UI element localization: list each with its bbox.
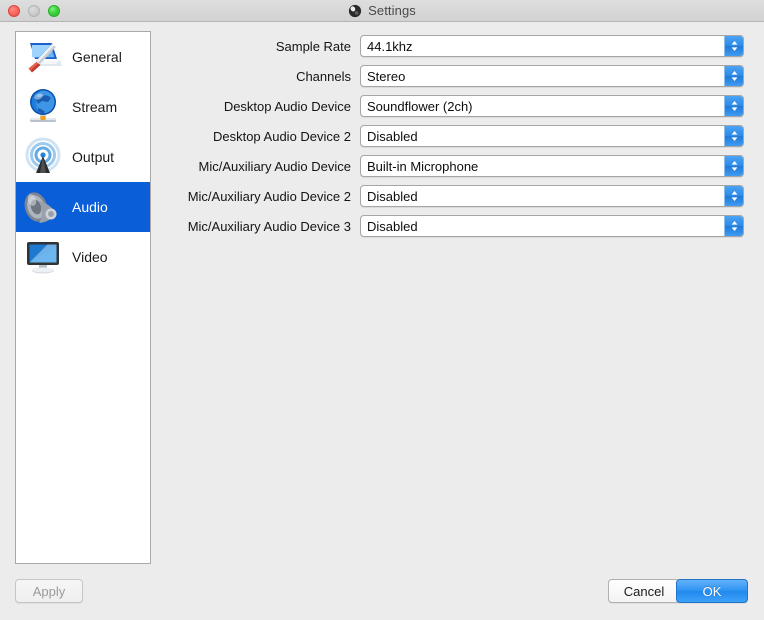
dropdown-value: 44.1khz: [367, 38, 413, 54]
form-label: Channels: [296, 68, 351, 84]
chevron-updown-icon[interactable]: [724, 96, 743, 116]
speaker-audio-icon: [20, 185, 66, 229]
dialog-footer: Apply Cancel OK: [0, 564, 764, 620]
dropdown-value: Disabled: [367, 128, 418, 144]
form-label: Desktop Audio Device: [223, 98, 351, 114]
mic-auxiliary-audio-device-2-dropdown[interactable]: Disabled: [360, 185, 744, 207]
window-body: General Stream Output Audio Video Sample…: [0, 22, 764, 620]
sidebar-item-video[interactable]: Video: [16, 232, 150, 282]
chevron-updown-icon[interactable]: [724, 126, 743, 146]
dropdown-value: Disabled: [367, 188, 418, 204]
form-label: Mic/Auxiliary Audio Device 2: [187, 188, 351, 204]
sidebar-item-label: Stream: [72, 99, 118, 115]
sidebar-item-label: Output: [72, 149, 115, 165]
sidebar-item-label: Video: [72, 249, 108, 265]
desktop-audio-device-dropdown[interactable]: Soundflower (2ch): [360, 95, 744, 117]
settings-sidebar: General Stream Output Audio Video: [15, 31, 151, 564]
channels-dropdown[interactable]: Stereo: [360, 65, 744, 87]
form-row-mic-auxiliary-audio-device-3: Mic/Auxiliary Audio Device 3 Disabled: [160, 211, 744, 241]
ok-button[interactable]: OK: [676, 579, 748, 603]
sidebar-item-label: Audio: [72, 199, 108, 215]
form-label: Mic/Auxiliary Audio Device: [198, 158, 351, 174]
chevron-updown-icon[interactable]: [724, 216, 743, 236]
minimize-button[interactable]: [28, 5, 40, 17]
form-row-desktop-audio-device-2: Desktop Audio Device 2 Disabled: [160, 121, 744, 151]
form-label: Mic/Auxiliary Audio Device 3: [187, 218, 351, 234]
sidebar-item-label: General: [72, 49, 122, 65]
title-bar: Settings: [0, 0, 764, 22]
mic-auxiliary-audio-device-3-dropdown[interactable]: Disabled: [360, 215, 744, 237]
form-row-mic-auxiliary-audio-device-2: Mic/Auxiliary Audio Device 2 Disabled: [160, 181, 744, 211]
chevron-updown-icon[interactable]: [724, 36, 743, 56]
dropdown-value: Soundflower (2ch): [367, 98, 473, 114]
form-label: Sample Rate: [275, 38, 351, 54]
window-title: Settings: [368, 3, 416, 18]
title-bar-center: Settings: [0, 0, 764, 21]
apply-button[interactable]: Apply: [15, 579, 83, 603]
general-settings-icon: [20, 35, 66, 79]
globe-stream-icon: [20, 85, 66, 129]
chevron-updown-icon[interactable]: [724, 156, 743, 176]
settings-window: Settings General Stream Output Audio Vid…: [0, 0, 764, 620]
form-row-sample-rate: Sample Rate 44.1khz: [160, 31, 744, 61]
form-row-desktop-audio-device: Desktop Audio Device Soundflower (2ch): [160, 91, 744, 121]
mic-auxiliary-audio-device-dropdown[interactable]: Built-in Microphone: [360, 155, 744, 177]
sidebar-item-output[interactable]: Output: [16, 132, 150, 182]
sidebar-item-audio[interactable]: Audio: [16, 182, 150, 232]
sidebar-item-general[interactable]: General: [16, 32, 150, 82]
dropdown-value: Disabled: [367, 218, 418, 234]
close-button[interactable]: [8, 5, 20, 17]
desktop-audio-device-2-dropdown[interactable]: Disabled: [360, 125, 744, 147]
chevron-updown-icon[interactable]: [724, 186, 743, 206]
cancel-button[interactable]: Cancel: [608, 579, 680, 603]
dropdown-value: Built-in Microphone: [367, 158, 479, 174]
zoom-button[interactable]: [48, 5, 60, 17]
obs-logo-icon: [348, 4, 362, 17]
audio-settings-form: Sample Rate 44.1khz Channels Stereo Desk…: [160, 31, 744, 241]
traffic-light-group: [8, 5, 60, 17]
form-row-channels: Channels Stereo: [160, 61, 744, 91]
sidebar-item-stream[interactable]: Stream: [16, 82, 150, 132]
broadcast-output-icon: [20, 135, 66, 179]
monitor-video-icon: [20, 235, 66, 279]
form-label: Desktop Audio Device 2: [212, 128, 351, 144]
form-row-mic-auxiliary-audio-device: Mic/Auxiliary Audio Device Built-in Micr…: [160, 151, 744, 181]
chevron-updown-icon[interactable]: [724, 66, 743, 86]
sample-rate-dropdown[interactable]: 44.1khz: [360, 35, 744, 57]
dropdown-value: Stereo: [367, 68, 406, 84]
